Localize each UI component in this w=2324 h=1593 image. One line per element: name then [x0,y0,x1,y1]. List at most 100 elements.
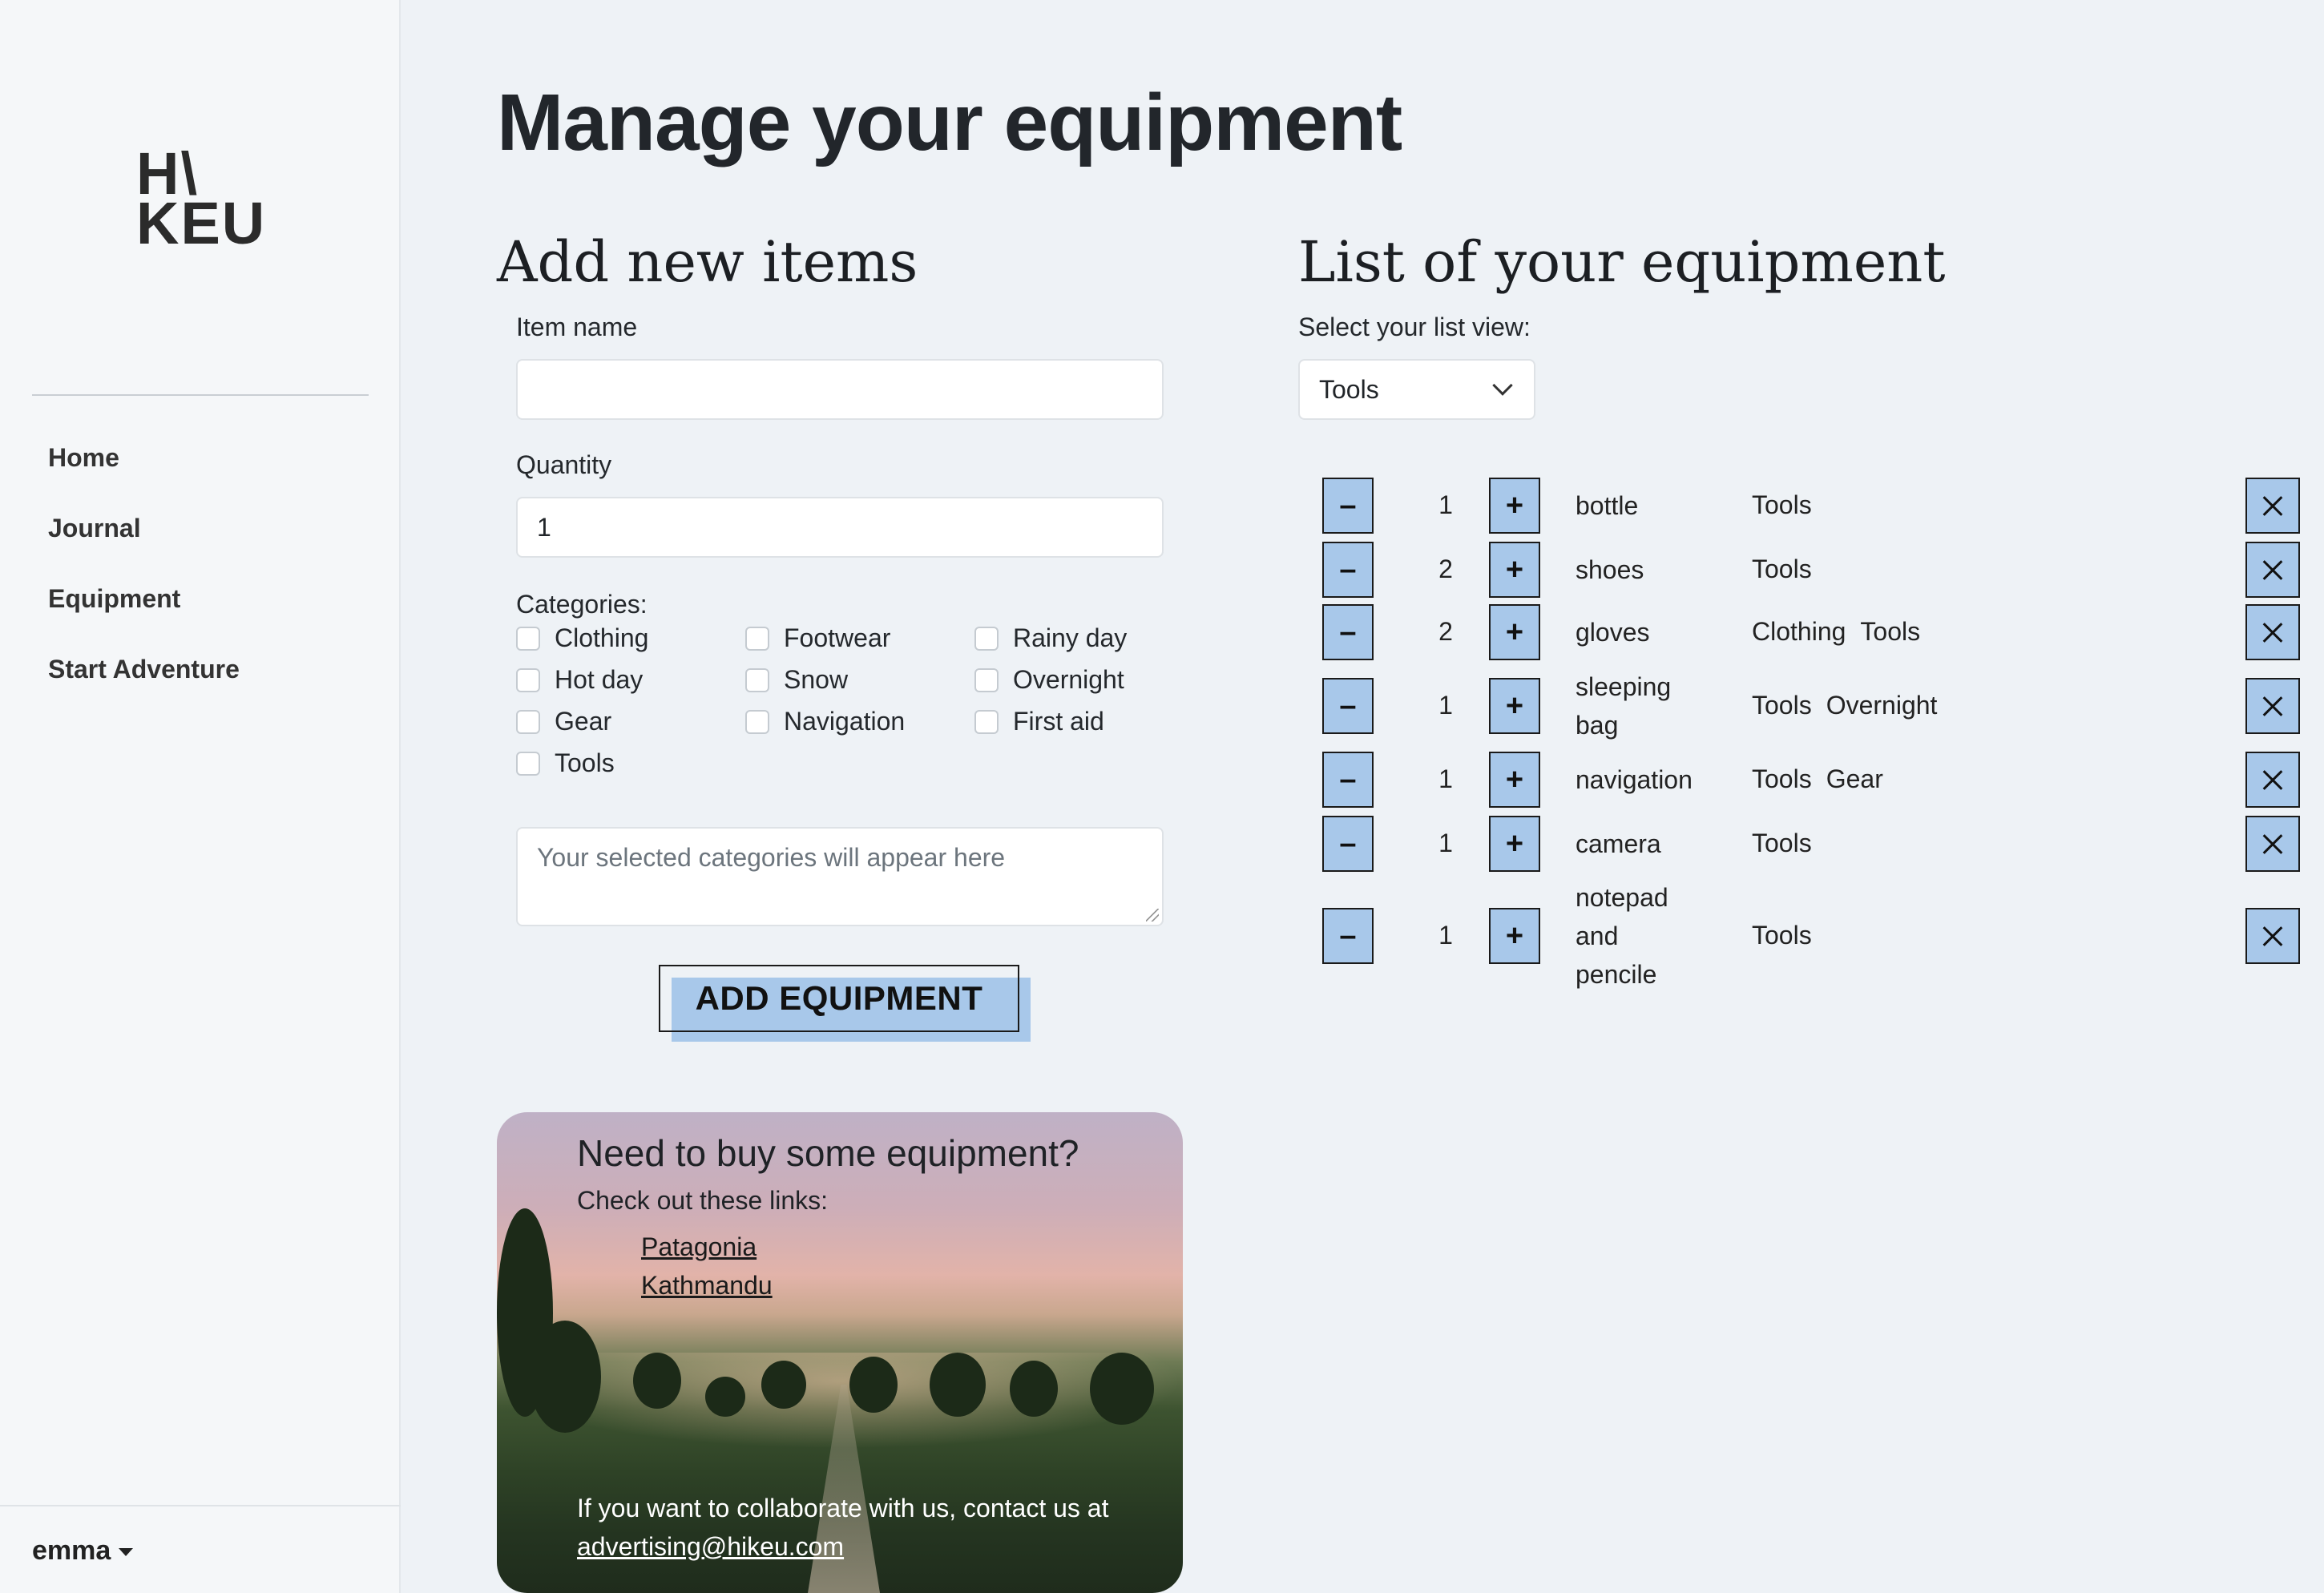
category-navigation[interactable]: Navigation [745,707,905,736]
category-label: Rainy day [1013,623,1128,652]
item-categories: Tools Overnight [1752,691,1951,720]
increment-button[interactable]: + [1489,542,1540,598]
add-items-heading: Add new items [497,229,918,295]
item-categories: Clothing Tools [1752,617,1935,647]
category-overnight[interactable]: Overnight [974,665,1124,695]
equipment-row: – 2 + shoes Tools [1298,542,2300,598]
user-menu[interactable]: emma [0,1505,401,1593]
nav-journal[interactable]: Journal [48,507,240,578]
item-category: Tools [1752,490,1812,519]
equipment-row: – 2 + gloves Clothing Tools [1298,604,2300,660]
item-quantity: 1 [1438,490,1453,519]
categories-label: Categories: [516,590,648,619]
increment-button[interactable]: + [1489,604,1540,660]
item-name: shoes [1576,555,1644,584]
item-category: Tools [1752,764,1812,793]
list-view-select[interactable]: Tools [1298,359,1535,420]
tree-silhouette [1090,1353,1154,1425]
equipment-row: – 1 + camera Tools [1298,816,2300,872]
sidebar: H\ KEU Home Journal Equipment Start Adve… [0,0,401,1593]
increment-button[interactable]: + [1489,478,1540,534]
delete-item-button[interactable] [2245,816,2300,872]
equipment-list-heading: List of your equipment [1298,229,1946,295]
category-label: Overnight [1013,665,1124,694]
increment-button[interactable]: + [1489,908,1540,964]
item-name: notepad and pencile [1576,883,1668,989]
decrement-button[interactable]: – [1322,542,1374,598]
decrement-button[interactable]: – [1322,908,1374,964]
checkbox[interactable] [745,667,769,692]
category-label: Footwear [784,623,891,652]
tree-silhouette [849,1357,898,1413]
equipment-row: – 1 + sleeping bag Tools Overnight [1298,672,2300,740]
tree-silhouette [705,1377,745,1417]
nav-home[interactable]: Home [48,437,240,507]
promo-footer-text: If you want to collaborate with us, cont… [577,1494,1109,1522]
item-categories: Tools [1752,555,1826,584]
checkbox[interactable] [974,626,999,651]
checkbox[interactable] [516,626,540,651]
tree-silhouette [633,1353,681,1409]
category-gear[interactable]: Gear [516,707,611,736]
decrement-button[interactable]: – [1322,604,1374,660]
delete-item-button[interactable] [2245,542,2300,598]
equipment-row: – 1 + bottle Tools [1298,478,2300,534]
item-category: Overnight [1826,691,1938,720]
item-category: Tools [1752,555,1812,583]
item-name-label: Item name [516,313,638,341]
advertising-email-link[interactable]: advertising@hikeu.com [577,1532,844,1561]
checkbox[interactable] [516,667,540,692]
caret-down-icon [119,1548,134,1557]
hikeu-logo[interactable]: H\ KEU [136,144,267,256]
quantity-input[interactable] [516,497,1164,558]
category-tools[interactable]: Tools [516,748,615,778]
category-snow[interactable]: Snow [745,665,848,695]
decrement-button[interactable]: – [1322,678,1374,734]
category-first-aid[interactable]: First aid [974,707,1104,736]
increment-button[interactable]: + [1489,752,1540,808]
category-label: Gear [555,707,612,736]
kathmandu-link[interactable]: Kathmandu [641,1271,773,1301]
checkbox[interactable] [745,709,769,734]
category-footwear[interactable]: Footwear [745,623,890,653]
item-quantity: 2 [1438,555,1453,583]
increment-button[interactable]: + [1489,816,1540,872]
category-hot-day[interactable]: Hot day [516,665,643,695]
item-name: navigation [1576,765,1693,794]
checkbox[interactable] [516,709,540,734]
category-label: Tools [555,748,615,777]
item-quantity: 1 [1438,691,1453,720]
nav-equipment[interactable]: Equipment [48,578,240,648]
item-categories: Tools [1752,829,1826,858]
delete-item-button[interactable] [2245,908,2300,964]
promo-subtitle: Check out these links: [577,1186,829,1215]
add-equipment-button[interactable]: ADD EQUIPMENT [659,965,1019,1032]
tree-silhouette [761,1361,806,1409]
increment-button[interactable]: + [1489,678,1540,734]
tree-silhouette [1010,1361,1058,1417]
selected-categories-textarea[interactable]: Your selected categories will appear her… [516,827,1164,926]
logo-line-2: KEU [136,190,267,256]
delete-item-button[interactable] [2245,478,2300,534]
category-rainy-day[interactable]: Rainy day [974,623,1127,653]
patagonia-link[interactable]: Patagonia [641,1232,757,1262]
decrement-button[interactable]: – [1322,752,1374,808]
category-clothing[interactable]: Clothing [516,623,648,653]
decrement-button[interactable]: – [1322,816,1374,872]
checkbox[interactable] [974,709,999,734]
category-label: Navigation [784,707,906,736]
delete-item-button[interactable] [2245,678,2300,734]
checkbox[interactable] [516,751,540,776]
equipment-row: – 1 + navigation Tools Gear [1298,752,2300,808]
item-quantity: 1 [1438,921,1453,950]
delete-item-button[interactable] [2245,752,2300,808]
checkbox[interactable] [974,667,999,692]
nav-start-adventure[interactable]: Start Adventure [48,648,240,719]
item-category: Tools [1752,829,1812,857]
decrement-button[interactable]: – [1322,478,1374,534]
resize-grip-icon[interactable] [1146,909,1159,922]
item-name-input[interactable] [516,359,1164,420]
checkbox[interactable] [745,626,769,651]
user-menu-toggle[interactable]: emma [32,1535,134,1567]
delete-item-button[interactable] [2245,604,2300,660]
